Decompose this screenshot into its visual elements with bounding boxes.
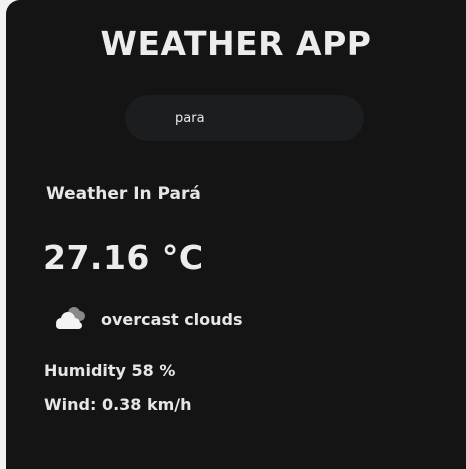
weather-card: WEATHER APP Weather In Pará 27.16 °C ove… [6,0,466,469]
location-heading: Weather In Pará [46,184,201,204]
condition-row: overcast clouds [52,303,243,335]
app-title: WEATHER APP [100,24,372,63]
wind-text: Wind: 0.38 km/h [44,395,192,414]
city-search-input[interactable] [125,95,364,141]
condition-text: overcast clouds [101,309,243,329]
temperature-value: 27.16 °C [43,238,204,277]
overcast-clouds-icon [56,307,85,329]
humidity-text: Humidity 58 % [44,361,176,380]
